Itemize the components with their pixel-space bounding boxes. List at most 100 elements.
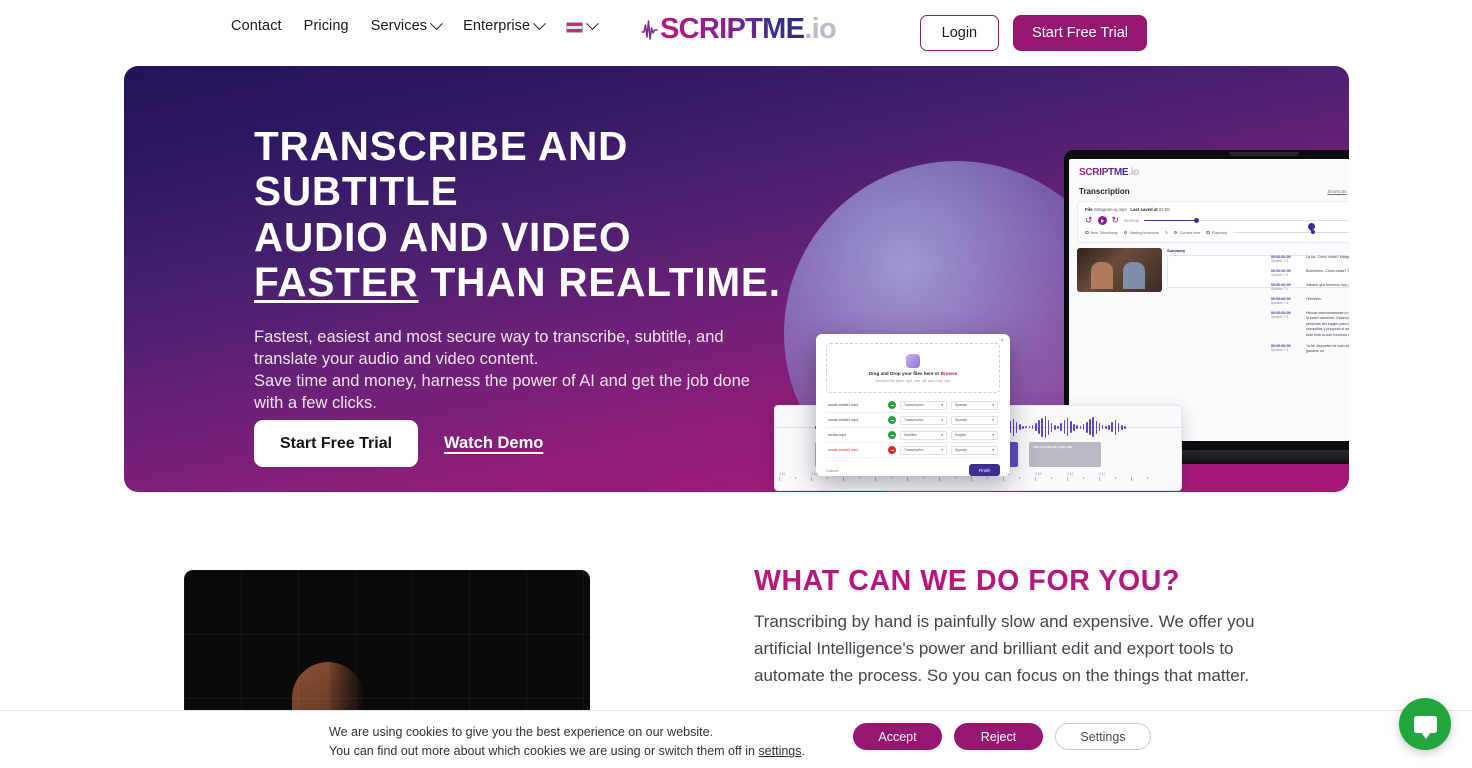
- app-topbar: SCRIPTME.io ? Invoke Black: [1069, 159, 1349, 183]
- primary-nav-links: Contact Pricing Services Enterprise: [231, 16, 600, 34]
- finish-button[interactable]: Finish: [968, 464, 1000, 476]
- seek-bar[interactable]: [1143, 218, 1349, 222]
- undo-icon[interactable]: ↺: [1085, 216, 1093, 225]
- new-timestamp-label: New Timestamp: [1090, 230, 1118, 235]
- transcript-text: Ya he dispuesto de todo esto, 15 de juni…: [1306, 343, 1349, 354]
- logo-text: SCRIPTME: [660, 13, 805, 45]
- playback-speed-slider[interactable]: [1233, 221, 1349, 235]
- chat-widget-button[interactable]: [1399, 698, 1451, 750]
- language-select[interactable]: Spanish ▾: [951, 400, 998, 410]
- current-time-label: Current time: [1179, 230, 1201, 235]
- ruler-tick: [1003, 477, 1019, 481]
- job-type-select[interactable]: Transcription ▾: [900, 445, 947, 455]
- transcript-row[interactable]: 00:00:00:00 Speaker 7.4 Buenísimo. Cómo e…: [1271, 269, 1349, 277]
- transcript-row[interactable]: 00:00:00:00 Speaker 7.4 La luz. Cómo está…: [1271, 255, 1349, 263]
- transcript-text: Buenísimo. Cómo estás? Todo bien? Eh? Có…: [1306, 269, 1349, 273]
- app-logo-suffix: .io: [1128, 167, 1140, 178]
- section-body-line-3: automate the process. So you can focus o…: [754, 665, 1250, 685]
- current-time-field: Current time: [1173, 230, 1201, 235]
- cookie-settings-button[interactable]: Settings: [1055, 723, 1151, 750]
- watch-demo-link[interactable]: Watch Demo: [444, 434, 543, 453]
- ruler-tick: [1019, 477, 1035, 479]
- upload-file-row: media.mp4 Subtitles ▾ English ▾: [826, 428, 1000, 443]
- cookie-consent-banner: We are using cookies to give you the bes…: [0, 710, 1472, 768]
- hero-subtitle-line-4: with a few clicks.: [254, 394, 377, 413]
- panel-title: Transcription: [1079, 187, 1130, 196]
- ruler-tick: [907, 477, 923, 481]
- hero-title-emphasis: Faster: [254, 259, 419, 306]
- current-time: 00:00:00: [1124, 218, 1139, 223]
- transcript-list[interactable]: 00:00:00:00 Speaker 7.4 La luz. Cómo está…: [1271, 255, 1349, 361]
- hero-title-line-3: than realtime.: [418, 259, 781, 306]
- cancel-button[interactable]: Cancel: [826, 468, 838, 473]
- file-info-row: File instagram-oj.mp4 Last saved at 22:5…: [1085, 207, 1349, 212]
- transcript-row[interactable]: 00:00:00:00 Speaker 7.4 Ya he dispuesto d…: [1271, 344, 1349, 355]
- transcript-speaker: Speaker 7.4: [1271, 301, 1289, 305]
- file-name: social-media3.mp4: [828, 448, 859, 452]
- file-label: File: [1085, 207, 1093, 212]
- hero-subtitle: Fastest, easiest and most secure way to …: [254, 327, 814, 415]
- file-info: File instagram-oj.mp4 Last saved at 22:5…: [1085, 207, 1170, 212]
- video-preview[interactable]: [1077, 248, 1162, 292]
- ruler-tick: [827, 477, 843, 479]
- transcript-row[interactable]: 00:00:00:00 Speaker 7.4 Sábado gris tenem…: [1271, 283, 1349, 291]
- new-timestamp-button[interactable]: New Timestamp: [1085, 231, 1118, 235]
- login-button[interactable]: Login: [919, 15, 1000, 51]
- plus-icon: [1085, 230, 1089, 235]
- job-type-select[interactable]: Transcription ▾: [900, 415, 947, 425]
- subtitle-clip[interactable]: Otra ya estamos y para alla: [1029, 442, 1101, 467]
- ruler-tick: [779, 477, 795, 481]
- job-type-select[interactable]: Transcription ▾: [900, 400, 947, 410]
- upload-file-row: social-media1.mp4 Transcription ▾ Spanish…: [826, 398, 1000, 413]
- language-select[interactable]: English ▾: [951, 430, 998, 440]
- ruler-tick: [1067, 477, 1083, 481]
- ruler-tick: [923, 477, 939, 479]
- transcript-speaker: Speaker 7.4: [1271, 287, 1289, 291]
- hero-title-line-2: Audio and video: [254, 213, 632, 260]
- clock-icon: [1173, 230, 1178, 235]
- nav-item-contact[interactable]: Contact: [231, 18, 282, 34]
- transcript-text: Sábado gris tenemos hoy, pero muchos col…: [1306, 283, 1349, 287]
- site-logo[interactable]: SCRIPTME .io: [641, 13, 837, 46]
- language-selector[interactable]: [566, 16, 600, 33]
- browse-link[interactable]: Browse: [941, 371, 958, 376]
- last-saved-time: 22:55: [1158, 207, 1170, 212]
- ruler-tick: [955, 477, 971, 479]
- dropzone-title: Drag and Drop your files here or Browse: [869, 371, 957, 376]
- edit-pencil-icon[interactable]: ✎: [1165, 230, 1168, 235]
- transcript-speaker: Speaker 7.4: [1271, 347, 1289, 352]
- transcript-row[interactable]: 00:00:00:00 Speaker 7.4 Hhhhhhh.: [1271, 297, 1349, 305]
- accept-cookies-button[interactable]: Accept: [853, 723, 942, 750]
- ruler-tick: [971, 477, 987, 481]
- ruler-tick: [987, 477, 1003, 479]
- ruler-tick-label: 0:10: [1067, 472, 1074, 476]
- cookie-settings-link[interactable]: settings: [758, 744, 801, 758]
- language-select[interactable]: Spanish ▾: [951, 445, 998, 455]
- close-icon[interactable]: ×: [1000, 338, 1004, 344]
- nav-item-label: Services: [370, 18, 428, 34]
- flag-icon: [566, 21, 584, 33]
- ruler-tick: [891, 477, 907, 479]
- transcript-text: La luz. Cómo estás? Margery? Hola Erita,…: [1306, 255, 1349, 259]
- redo-icon[interactable]: ↻: [1112, 216, 1120, 225]
- transcript-row[interactable]: 00:00:00:00 Speaker 7.4 Hicular mencionán…: [1271, 311, 1349, 338]
- start-free-trial-button-nav[interactable]: Start Free Trial: [1013, 15, 1147, 51]
- ruler-ticks: [775, 477, 1181, 481]
- job-type-select[interactable]: Subtitles ▾: [900, 430, 947, 440]
- nav-item-services[interactable]: Services: [370, 16, 443, 34]
- nav-item-enterprise[interactable]: Enterprise: [463, 16, 547, 34]
- play-button[interactable]: [1097, 216, 1107, 225]
- feature-copy: What can we do for you? Transcribing by …: [754, 565, 1299, 690]
- laptop-notch: [1229, 152, 1299, 156]
- ruler-tick: [1083, 477, 1099, 479]
- start-free-trial-button-hero[interactable]: Start Free Trial: [254, 420, 419, 467]
- ruler-tick: [1147, 477, 1163, 479]
- nav-item-pricing[interactable]: Pricing: [304, 18, 349, 34]
- cookie-line-1: We are using cookies to give you the bes…: [329, 725, 714, 739]
- dropzone[interactable]: Drag and Drop your files here or Browse …: [826, 343, 1000, 393]
- shortcuts-link[interactable]: Shortcuts: [1327, 189, 1346, 194]
- ruler-tick: [843, 477, 859, 481]
- language-select[interactable]: Spanish ▾: [951, 415, 998, 425]
- reject-cookies-button[interactable]: Reject: [954, 723, 1043, 750]
- nav-item-label: Pricing: [303, 18, 349, 34]
